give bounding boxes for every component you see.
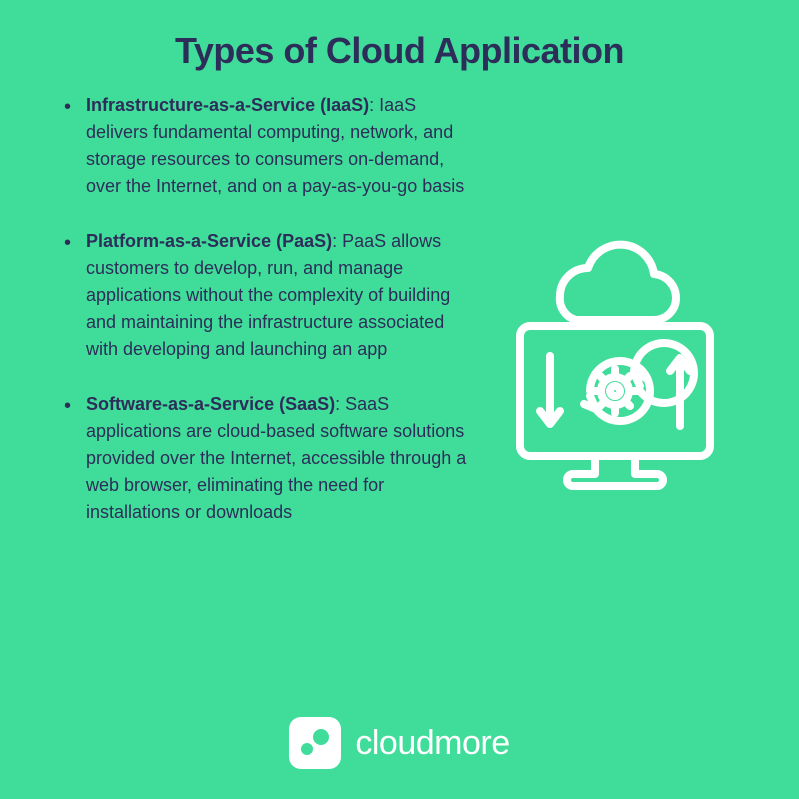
logo-mark-icon: [289, 717, 341, 769]
types-list: Infrastructure-as-a-Service (IaaS): IaaS…: [60, 92, 480, 526]
brand-logo: cloudmore: [0, 717, 799, 769]
list-item: Platform-as-a-Service (PaaS): PaaS allow…: [80, 228, 480, 363]
item-term: Platform-as-a-Service (PaaS): [86, 231, 332, 251]
illustration-column: [480, 92, 730, 554]
item-term: Infrastructure-as-a-Service (IaaS): [86, 95, 369, 115]
list-column: Infrastructure-as-a-Service (IaaS): IaaS…: [60, 92, 480, 554]
cloud-computer-icon: [500, 236, 730, 501]
brand-name: cloudmore: [355, 724, 509, 763]
page-title: Types of Cloud Application: [0, 0, 799, 82]
content-row: Infrastructure-as-a-Service (IaaS): IaaS…: [0, 82, 799, 554]
list-item: Infrastructure-as-a-Service (IaaS): IaaS…: [80, 92, 480, 200]
item-term: Software-as-a-Service (SaaS): [86, 394, 335, 414]
list-item: Software-as-a-Service (SaaS): SaaS appli…: [80, 391, 480, 526]
